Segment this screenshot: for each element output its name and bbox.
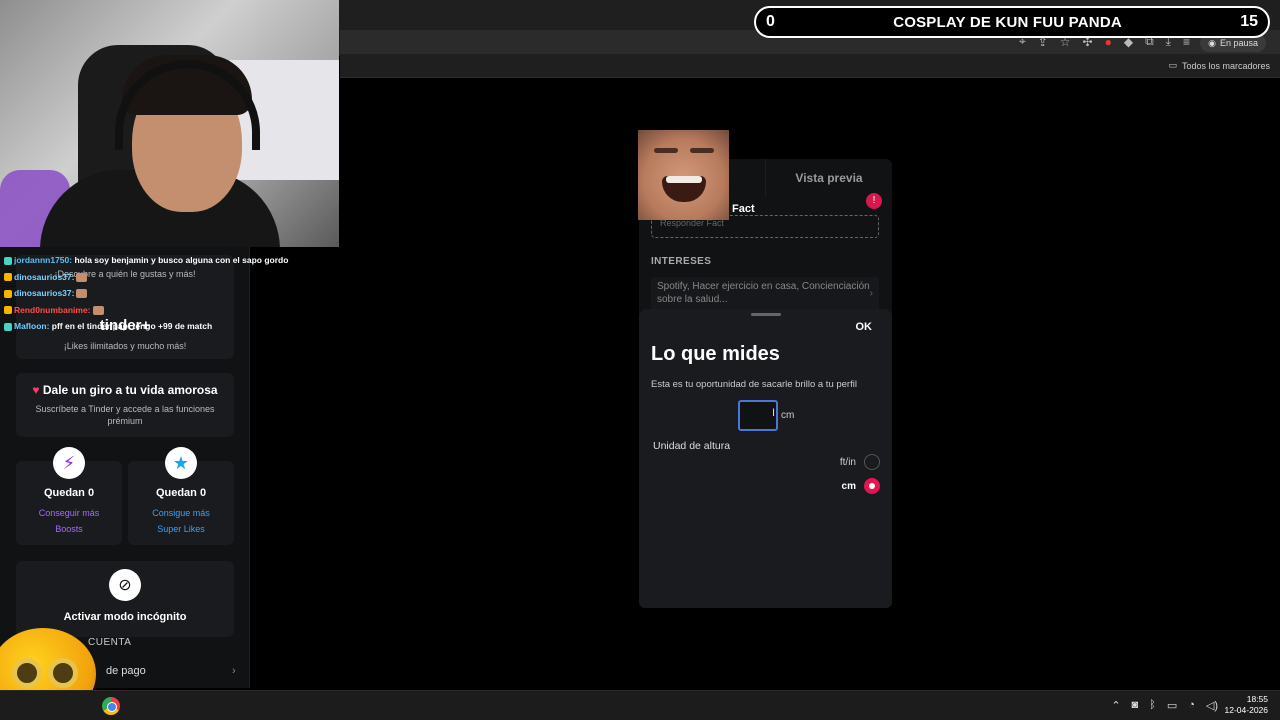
all-bookmarks-label: Todos los marcadores (1181, 60, 1270, 71)
stream-title: COSPLAY DE KUN FUU PANDA (893, 13, 1122, 31)
chat-username: Rend0numbanime: (14, 304, 91, 315)
get-more-boosts-line2: Boosts (55, 524, 83, 534)
sheet-title: Lo que mides (651, 343, 780, 365)
crown-badge-icon (4, 289, 12, 298)
payment-menu-item[interactable]: de pago (106, 665, 146, 677)
interests-value: Spotify, Hacer ejercicio en casa, Concie… (657, 281, 870, 305)
superlikes-card[interactable]: ★ Quedan 0 Consigue más Super Likes (128, 447, 234, 545)
badge-icon (4, 256, 12, 265)
chat-username: dinosaurios37: (14, 271, 75, 282)
chat-username: jordannn1750: (14, 255, 73, 265)
account-section-label: CUENTA (88, 637, 132, 648)
bluetooth-icon[interactable]: ᛒ (1149, 699, 1156, 712)
laugh-left-brow (654, 148, 678, 153)
interests-selector[interactable]: Spotify, Hacer ejercicio en casa, Concie… (651, 277, 879, 311)
crown-badge-icon (4, 306, 12, 315)
laugh-teeth (666, 176, 702, 183)
avatar: ◉ (1208, 37, 1216, 48)
tinder-plus-subtitle: ¡Likes ilimitados y mucho más! (63, 341, 187, 351)
eye-slash-icon: ⊘ (109, 569, 141, 601)
get-more-boosts-line1: Conseguir más (38, 508, 100, 518)
ok-button[interactable]: OK (856, 321, 873, 333)
volume-icon[interactable]: ◁) (1206, 699, 1218, 712)
taskbar-clock[interactable]: 18:55 12-04-2026 (1225, 694, 1268, 716)
boosts-card[interactable]: ⚡ Quedan 0 Conseguir más Boosts (16, 447, 122, 545)
remove-fact-icon[interactable]: ! (866, 193, 882, 209)
all-bookmarks-button[interactable]: ▭ Todos los marcadores (1168, 60, 1270, 71)
get-more-superlikes-line1: Consigue más (152, 508, 210, 518)
crown-badge-icon (4, 273, 12, 282)
folder-icon: ▭ (1168, 60, 1177, 70)
interests-heading: INTERESES (651, 256, 712, 267)
height-unit-heading: Unidad de altura (653, 440, 731, 452)
emoji-right-eye (48, 658, 78, 688)
chat-username: Mafloon: (14, 321, 50, 331)
ftin-radio[interactable] (864, 454, 880, 470)
stream-chat: jordannn1750: hola soy benjamin y busco … (4, 252, 334, 335)
discord-icon[interactable]: ◙ (1132, 699, 1139, 712)
chat-username: dinosaurios37: (14, 288, 75, 298)
sheet-drag-handle[interactable] (751, 313, 781, 316)
chat-message: dinosaurios37: (4, 269, 334, 286)
chat-message: jordannn1750: hola soy benjamin y busco … (4, 252, 334, 269)
promo-title-text: Dale un giro a tu vida amorosa (42, 383, 218, 397)
emote-icon (76, 289, 88, 299)
superlike-star-icon: ★ (165, 447, 197, 479)
network-icon[interactable]: ▭ (1167, 699, 1177, 712)
cm-radio[interactable] (864, 478, 880, 494)
superlikes-count: Quedan 0 (155, 487, 207, 499)
clock-date: 12-04-2026 (1224, 705, 1268, 715)
boosts-count: Quedan 0 (43, 487, 95, 499)
flame-icon: ♥ (32, 383, 40, 397)
unit-option-cm-label: cm (841, 480, 856, 492)
emoji-left-eye (12, 658, 42, 688)
chrome-taskbar-icon[interactable] (102, 697, 120, 715)
chevron-right-icon: › (232, 665, 236, 677)
chat-message: Rend0numbanime: (4, 302, 334, 319)
chat-text: pff en el tinder papi tengo +99 de match (49, 321, 213, 331)
laugh-right-brow (690, 148, 714, 153)
system-tray: ⌃ ◙ ᛒ ▭ ◔ ◁) (1111, 699, 1218, 712)
tab-preview[interactable]: Vista previa (765, 159, 892, 197)
wifi-icon[interactable]: ◔ (1188, 699, 1195, 712)
webcam-overlay (0, 0, 339, 247)
bookmarks-bar: ▭ Todos los marcadores (340, 56, 1280, 78)
chevron-right-icon: › (869, 288, 873, 299)
fact-label: Fact (732, 203, 755, 215)
clock-time: 18:55 (1246, 694, 1268, 704)
incognito-label: Activar modo incógnito (63, 611, 187, 623)
sheet-subtitle: Esta es tu oportunidad de sacarle brillo… (651, 379, 857, 390)
unit-option-cm[interactable]: cm (842, 478, 880, 494)
incognito-card[interactable]: ⊘ Activar modo incógnito (16, 561, 234, 637)
laughing-face-overlay (638, 130, 729, 220)
chat-message: Mafloon: pff en el tinder papi tengo +99… (4, 318, 334, 335)
get-more-superlikes-link[interactable]: Consigue más Super Likes (128, 505, 234, 537)
windows-taskbar: ⌃ ◙ ᛒ ▭ ◔ ◁) 18:55 12-04-2026 (0, 690, 1280, 720)
badge-icon (4, 322, 12, 331)
chat-text: hola soy benjamin y busco alguna con el … (72, 255, 289, 265)
get-more-superlikes-line2: Super Likes (157, 524, 205, 534)
unit-option-ftin-label: ft/in (839, 456, 856, 468)
profile-edit-panel: Vista previa Fact ! Responder Fact INTER… (639, 159, 892, 608)
height-bottom-sheet: OK Lo que mides Esta es tu oportunidad d… (639, 309, 892, 608)
chat-message: dinosaurios37: (4, 285, 334, 302)
boost-lightning-icon: ⚡ (53, 447, 85, 479)
height-unit-suffix: cm (781, 410, 795, 421)
emote-icon (92, 305, 104, 315)
promo-title: ♥ Dale un giro a tu vida amorosa (16, 383, 234, 397)
get-more-boosts-link[interactable]: Conseguir más Boosts (16, 505, 122, 537)
paused-label: En pausa (1219, 38, 1258, 48)
promo-subtitle: Suscríbete a Tinder y accede a las funci… (35, 404, 215, 426)
text-cursor-icon: I (772, 407, 776, 419)
subscribe-promo-card[interactable]: ♥ Dale un giro a tu vida amorosa Suscríb… (16, 373, 234, 437)
unit-option-ftin[interactable]: ft/in (840, 454, 880, 470)
stream-score-bar: 0 COSPLAY DE KUN FUU PANDA 15 (754, 6, 1270, 38)
score-left: 0 (766, 13, 775, 30)
emote-icon (76, 272, 88, 282)
chevron-up-icon[interactable]: ⌃ (1111, 699, 1120, 712)
score-right: 15 (1240, 13, 1258, 30)
